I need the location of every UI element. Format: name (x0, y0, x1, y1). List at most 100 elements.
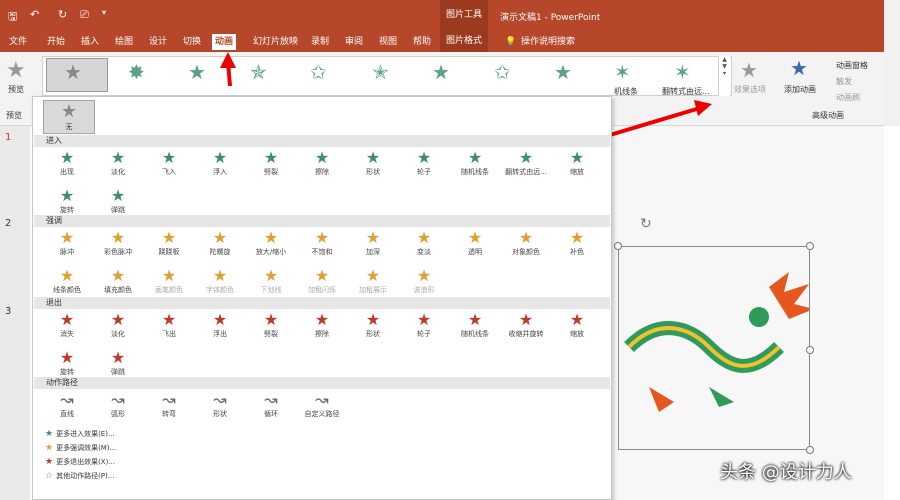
entrance-effect[interactable]: ★ 出现 (41, 149, 93, 177)
exit-effect[interactable]: ★ 消失 (41, 311, 93, 339)
emphasis-effect-icon: ★ (59, 266, 75, 285)
entrance-effect[interactable]: ★ 形状 (347, 149, 399, 177)
paths-effect-icon: ↝ (315, 390, 329, 409)
emphasis-effect-label: 彩色脉冲 (104, 248, 132, 256)
emphasis-effect[interactable]: ★ 字体颜色 (194, 267, 246, 295)
paths-effect-label: 转弯 (162, 410, 176, 418)
paths-effect[interactable]: ↝ 弧形 (92, 391, 144, 419)
paths-effect[interactable]: ↝ 循环 (245, 391, 297, 419)
emphasis-effect[interactable]: ★ 不饱和 (296, 229, 348, 257)
emphasis-effect[interactable]: ★ 波浪形 (398, 267, 450, 295)
entrance-effect-label: 轮子 (417, 168, 431, 176)
entrance-effect[interactable]: ★ 轮子 (398, 149, 450, 177)
paths-effect[interactable]: ↝ 直线 (41, 391, 93, 419)
emphasis-effect-icon: ★ (314, 228, 330, 247)
more-exit-link[interactable]: ★ 更多退出效果(X)... (45, 457, 115, 467)
paths-effect-icon: ↝ (162, 390, 176, 409)
exit-effect[interactable]: ★ 飞出 (143, 311, 195, 339)
paths-effect-label: 形状 (213, 410, 227, 418)
entrance-effect[interactable]: ★ 缩放 (551, 149, 603, 177)
exit-effect-icon: ★ (110, 348, 126, 367)
exit-effect[interactable]: ★ 形状 (347, 311, 399, 339)
exit-effect[interactable]: ★ 收缩并旋转 (500, 311, 552, 339)
section-entrance: 进入 (34, 135, 610, 147)
entrance-effect[interactable]: ★ 淡化 (92, 149, 144, 177)
emphasis-effect-label: 对象颜色 (512, 248, 540, 256)
entrance-effect-icon: ★ (212, 148, 228, 167)
entrance-effect[interactable]: ★ 翻转式由远... (500, 149, 552, 177)
entrance-effect[interactable]: ★ 浮入 (194, 149, 246, 177)
exit-effect[interactable]: ★ 缩放 (551, 311, 603, 339)
emphasis-effect-label: 不饱和 (311, 248, 333, 256)
emphasis-effect[interactable]: ★ 放大/缩小 (245, 229, 297, 257)
exit-effect-icon: ★ (59, 310, 75, 329)
entrance-effect[interactable]: ★ 旋转 (41, 187, 93, 215)
emphasis-effect-label: 跷跷板 (158, 248, 180, 256)
entrance-effect-label: 随机线条 (461, 168, 489, 176)
exit-effect-icon: ★ (110, 310, 126, 329)
entrance-effect-icon: ★ (59, 148, 75, 167)
emphasis-effect-icon: ★ (161, 266, 177, 285)
entrance-effect-label: 旋转 (60, 206, 74, 214)
exit-effect-icon: ★ (569, 310, 585, 329)
more-paths-link[interactable]: ☆ 其他动作路径(P)... (45, 471, 114, 481)
emphasis-effect[interactable]: ★ 透明 (449, 229, 501, 257)
exit-effect[interactable]: ★ 浮出 (194, 311, 246, 339)
entrance-effect-label: 弹跳 (111, 206, 125, 214)
exit-star-icon: ★ (45, 457, 54, 467)
emphasis-effect[interactable]: ★ 填充颜色 (92, 267, 144, 295)
emphasis-effect-label: 加粗展示 (359, 286, 387, 294)
exit-effect-icon: ★ (212, 310, 228, 329)
paths-effect[interactable]: ↝ 形状 (194, 391, 246, 419)
paths-effect[interactable]: ↝ 自定义路径 (296, 391, 348, 419)
emphasis-effect-label: 加深 (366, 248, 380, 256)
exit-effect-label: 旋转 (60, 368, 74, 376)
emphasis-effect-label: 脉冲 (60, 248, 74, 256)
exit-effect[interactable]: ★ 随机线条 (449, 311, 501, 339)
emphasis-effect-label: 补色 (570, 248, 584, 256)
exit-effect-icon: ★ (467, 310, 483, 329)
emphasis-effect[interactable]: ★ 变淡 (398, 229, 450, 257)
exit-effect[interactable]: ★ 旋转 (41, 349, 93, 377)
entrance-effect[interactable]: ★ 随机线条 (449, 149, 501, 177)
emphasis-star-icon: ★ (45, 443, 54, 453)
emphasis-effect-icon: ★ (365, 228, 381, 247)
exit-effect[interactable]: ★ 弹跳 (92, 349, 144, 377)
none-effect[interactable]: ★ 无 (43, 100, 95, 134)
emphasis-effect[interactable]: ★ 下划线 (245, 267, 297, 295)
paths-effect-icon: ↝ (213, 390, 227, 409)
entrance-effect[interactable]: ★ 飞入 (143, 149, 195, 177)
emphasis-effect-icon: ★ (59, 228, 75, 247)
emphasis-effect-icon: ★ (518, 228, 534, 247)
exit-effect-label: 飞出 (162, 330, 176, 338)
emphasis-effect-label: 画笔颜色 (155, 286, 183, 294)
paths-effect-icon: ↝ (111, 390, 125, 409)
emphasis-effect[interactable]: ★ 彩色脉冲 (92, 229, 144, 257)
emphasis-effect[interactable]: ★ 脉冲 (41, 229, 93, 257)
entrance-effect[interactable]: ★ 劈裂 (245, 149, 297, 177)
more-emphasis-link[interactable]: ★ 更多强调效果(M)... (45, 443, 116, 453)
exit-effect[interactable]: ★ 劈裂 (245, 311, 297, 339)
emphasis-effect[interactable]: ★ 线条颜色 (41, 267, 93, 295)
entrance-effect[interactable]: ★ 弹跳 (92, 187, 144, 215)
section-emphasis: 强调 (34, 215, 610, 227)
emphasis-effect[interactable]: ★ 补色 (551, 229, 603, 257)
emphasis-effect[interactable]: ★ 加粗闪烁 (296, 267, 348, 295)
emphasis-effect[interactable]: ★ 加粗展示 (347, 267, 399, 295)
entrance-effect[interactable]: ★ 擦除 (296, 149, 348, 177)
paths-effect-label: 弧形 (111, 410, 125, 418)
emphasis-effect-icon: ★ (212, 266, 228, 285)
entrance-effect-icon: ★ (416, 148, 432, 167)
emphasis-effect[interactable]: ★ 陀螺旋 (194, 229, 246, 257)
exit-effect-label: 弹跳 (111, 368, 125, 376)
emphasis-effect[interactable]: ★ 加深 (347, 229, 399, 257)
entrance-effect-label: 飞入 (162, 168, 176, 176)
exit-effect[interactable]: ★ 淡化 (92, 311, 144, 339)
exit-effect[interactable]: ★ 轮子 (398, 311, 450, 339)
paths-effect[interactable]: ↝ 转弯 (143, 391, 195, 419)
emphasis-effect[interactable]: ★ 画笔颜色 (143, 267, 195, 295)
more-entrance-link[interactable]: ★ 更多进入效果(E)... (45, 429, 115, 439)
exit-effect[interactable]: ★ 擦除 (296, 311, 348, 339)
emphasis-effect[interactable]: ★ 跷跷板 (143, 229, 195, 257)
emphasis-effect[interactable]: ★ 对象颜色 (500, 229, 552, 257)
